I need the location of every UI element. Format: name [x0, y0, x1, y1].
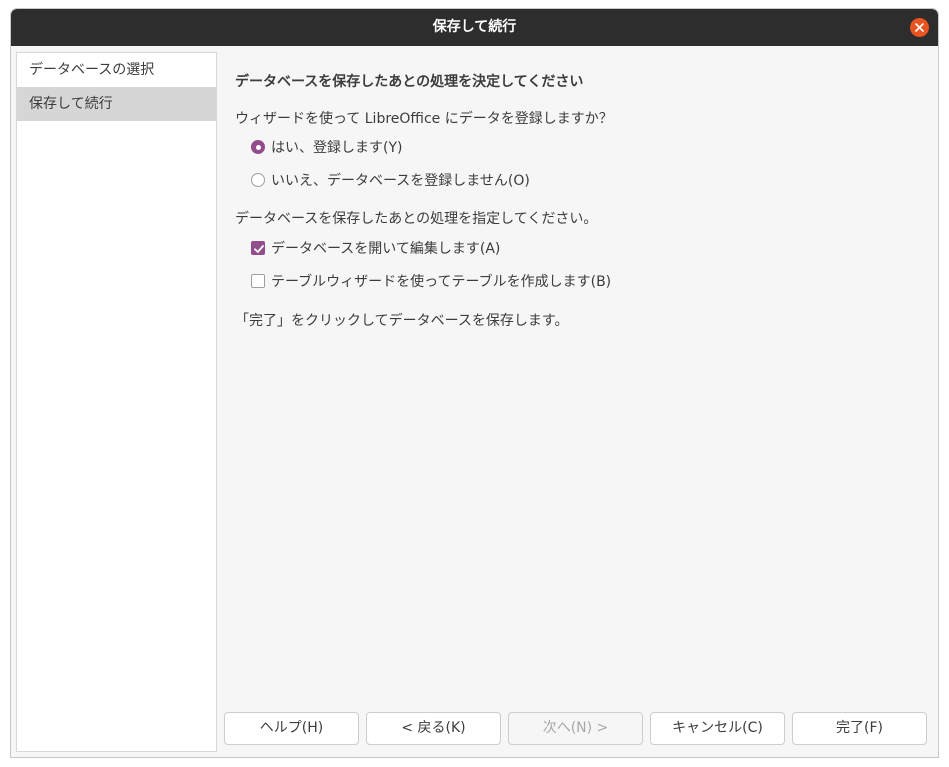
- register-no-label: いいえ、データベースを登録しません(O): [271, 173, 530, 189]
- checkbox-unchecked-icon: [251, 274, 265, 288]
- open-for-editing-checkbox[interactable]: データベースを開いて編集します(A): [251, 238, 500, 258]
- button-bar: ヘルプ(H) < 戻る(K) 次へ(N) > キャンセル(C) 完了(F): [224, 712, 930, 746]
- checkmark-icon: [254, 245, 264, 253]
- dialog-window: 保存して続行 データベースの選択 保存して続行 データベースを保存したあとの処理…: [10, 8, 939, 758]
- finish-button[interactable]: 完了(F): [792, 712, 927, 745]
- close-button[interactable]: [910, 18, 929, 37]
- after-save-prompt: データベースを保存したあとの処理を指定してください。: [235, 211, 598, 227]
- open-for-editing-label: データベースを開いて編集します(A): [271, 241, 501, 257]
- cancel-button[interactable]: キャンセル(C): [650, 712, 785, 745]
- next-button[interactable]: 次へ(N) >: [508, 712, 643, 745]
- create-tables-checkbox[interactable]: テーブルウィザードを使ってテーブルを作成します(B): [251, 271, 611, 291]
- register-yes-radio[interactable]: はい、登録します(Y): [251, 137, 402, 157]
- window-title: 保存して続行: [432, 19, 517, 35]
- finish-hint: 「完了」をクリックしてデータベースを保存します。: [235, 313, 569, 329]
- wizard-steps-list: データベースの選択 保存して続行: [16, 52, 217, 752]
- page-heading: データベースを保存したあとの処理を決定してください: [235, 74, 584, 90]
- step-save-and-proceed[interactable]: 保存して続行: [17, 87, 216, 121]
- back-button[interactable]: < 戻る(K): [366, 712, 501, 745]
- radio-selected-icon: [251, 140, 265, 154]
- register-yes-label: はい、登録します(Y): [271, 140, 403, 156]
- register-question: ウィザードを使って LibreOffice にデータを登録しますか？: [235, 111, 613, 127]
- titlebar[interactable]: 保存して続行: [11, 9, 938, 46]
- radio-unselected-icon: [251, 173, 265, 187]
- checkbox-checked-icon: [251, 241, 265, 255]
- create-tables-label: テーブルウィザードを使ってテーブルを作成します(B): [271, 274, 612, 290]
- step-select-database[interactable]: データベースの選択: [17, 53, 216, 87]
- help-button[interactable]: ヘルプ(H): [224, 712, 359, 745]
- register-no-radio[interactable]: いいえ、データベースを登録しません(O): [251, 170, 530, 190]
- close-icon: [915, 23, 924, 32]
